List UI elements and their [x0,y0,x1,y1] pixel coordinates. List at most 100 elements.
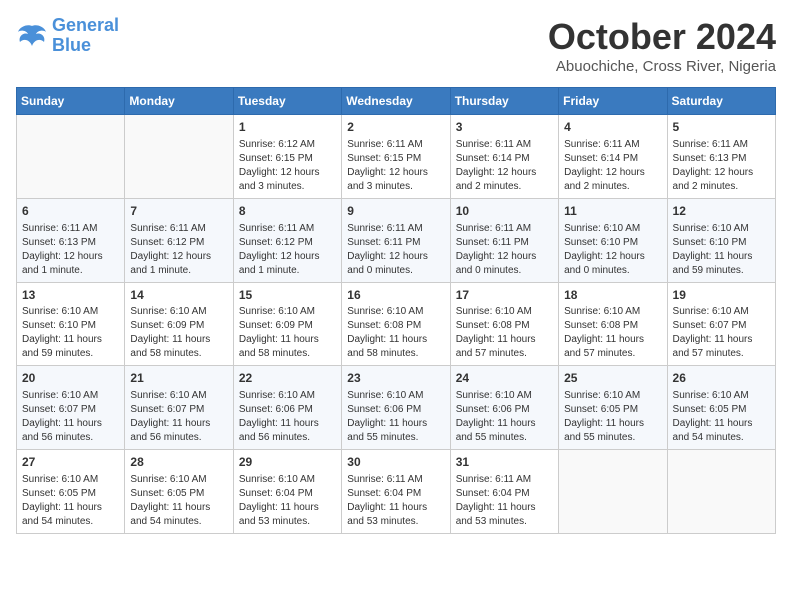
header-row: Sunday Monday Tuesday Wednesday Thursday… [17,88,776,115]
day-info: Sunrise: 6:10 AMSunset: 6:07 PMDaylight:… [673,305,770,361]
calendar-cell: 31Sunrise: 6:11 AMSunset: 6:04 PMDayligh… [450,450,558,534]
calendar-header: Sunday Monday Tuesday Wednesday Thursday… [17,88,776,115]
calendar-cell: 24 Sunrise: 6:10 AMSunset: 6:06 PMDayligh… [450,366,558,450]
calendar-cell [125,115,233,199]
day-number: 21 [130,370,227,387]
day-info: Sunrise: 6:10 AMSunset: 6:05 PMDaylight:… [564,389,661,445]
col-wednesday: Wednesday [342,88,450,115]
calendar-cell: 14Sunrise: 6:10 AMSunset: 6:09 PMDayligh… [125,282,233,366]
day-info: Sunrise: 6:10 AMSunset: 6:07 PMDaylight:… [22,389,119,445]
calendar-cell: 22 Sunrise: 6:10 AMSunset: 6:06 PMDayligh… [233,366,341,450]
day-info: Sunrise: 6:10 AMSunset: 6:07 PMDaylight:… [130,389,227,445]
calendar-cell [559,450,667,534]
calendar-cell: 13Sunrise: 6:10 AMSunset: 6:10 PMDayligh… [17,282,125,366]
calendar-cell: 12 Sunrise: 6:10 AMSunset: 6:10 PMDayligh… [667,198,775,282]
day-info: Sunrise: 6:10 AMSunset: 6:08 PMDaylight:… [456,305,553,361]
calendar-week-2: 6 Sunrise: 6:11 AMSunset: 6:13 PMDaylight… [17,198,776,282]
day-info: Sunrise: 6:10 AMSunset: 6:04 PMDaylight:… [239,473,336,529]
day-number: 24 [456,370,553,387]
day-info: Sunrise: 6:11 AMSunset: 6:04 PMDaylight:… [347,473,444,529]
calendar-cell: 8Sunrise: 6:11 AMSunset: 6:12 PMDaylight… [233,198,341,282]
day-number: 2 [347,119,444,136]
day-number: 25 [564,370,661,387]
calendar-cell: 10 Sunrise: 6:11 AMSunset: 6:11 PMDayligh… [450,198,558,282]
day-info: Sunrise: 6:10 AMSunset: 6:05 PMDaylight:… [673,389,770,445]
day-info: Sunrise: 6:10 AMSunset: 6:10 PMDaylight:… [673,222,770,278]
col-tuesday: Tuesday [233,88,341,115]
calendar-cell: 18Sunrise: 6:10 AMSunset: 6:08 PMDayligh… [559,282,667,366]
logo-icon [16,22,48,50]
day-number: 27 [22,454,119,471]
day-number: 15 [239,287,336,304]
day-number: 23 [347,370,444,387]
calendar-cell: 17Sunrise: 6:10 AMSunset: 6:08 PMDayligh… [450,282,558,366]
day-number: 18 [564,287,661,304]
day-info: Sunrise: 6:11 AMSunset: 6:14 PMDaylight:… [564,138,661,194]
day-info: Sunrise: 6:11 AMSunset: 6:12 PMDaylight:… [239,222,336,278]
day-number: 22 [239,370,336,387]
calendar-cell [667,450,775,534]
col-monday: Monday [125,88,233,115]
day-info: Sunrise: 6:11 AMSunset: 6:04 PMDaylight:… [456,473,553,529]
title-section: October 2024 Abuochiche, Cross River, Ni… [548,16,776,75]
calendar-cell: 5 Sunrise: 6:11 AMSunset: 6:13 PMDaylight… [667,115,775,199]
day-info: Sunrise: 6:10 AMSunset: 6:06 PMDaylight:… [347,389,444,445]
day-info: Sunrise: 6:11 AMSunset: 6:13 PMDaylight:… [22,222,119,278]
calendar-cell: 6 Sunrise: 6:11 AMSunset: 6:13 PMDaylight… [17,198,125,282]
day-info: Sunrise: 6:10 AMSunset: 6:10 PMDaylight:… [564,222,661,278]
calendar-cell: 3 Sunrise: 6:11 AMSunset: 6:14 PMDaylight… [450,115,558,199]
day-number: 19 [673,287,770,304]
month-title: October 2024 [548,16,776,58]
day-number: 26 [673,370,770,387]
day-number: 9 [347,203,444,220]
day-number: 29 [239,454,336,471]
day-info: Sunrise: 6:12 AMSunset: 6:15 PMDaylight:… [239,138,336,194]
day-info: Sunrise: 6:11 AMSunset: 6:13 PMDaylight:… [673,138,770,194]
day-number: 30 [347,454,444,471]
day-info: Sunrise: 6:10 AMSunset: 6:05 PMDaylight:… [22,473,119,529]
day-info: Sunrise: 6:10 AMSunset: 6:10 PMDaylight:… [22,305,119,361]
day-info: Sunrise: 6:11 AMSunset: 6:11 PMDaylight:… [456,222,553,278]
day-number: 12 [673,203,770,220]
calendar-cell: 15Sunrise: 6:10 AMSunset: 6:09 PMDayligh… [233,282,341,366]
day-info: Sunrise: 6:11 AMSunset: 6:14 PMDaylight:… [456,138,553,194]
day-number: 5 [673,119,770,136]
day-number: 10 [456,203,553,220]
col-friday: Friday [559,88,667,115]
day-info: Sunrise: 6:10 AMSunset: 6:06 PMDaylight:… [456,389,553,445]
day-info: Sunrise: 6:10 AMSunset: 6:05 PMDaylight:… [130,473,227,529]
calendar-cell: 19Sunrise: 6:10 AMSunset: 6:07 PMDayligh… [667,282,775,366]
calendar-cell: 16Sunrise: 6:10 AMSunset: 6:08 PMDayligh… [342,282,450,366]
calendar-week-5: 27 Sunrise: 6:10 AMSunset: 6:05 PMDayligh… [17,450,776,534]
day-number: 7 [130,203,227,220]
day-number: 16 [347,287,444,304]
calendar-cell: 23 Sunrise: 6:10 AMSunset: 6:06 PMDayligh… [342,366,450,450]
calendar-cell: 2 Sunrise: 6:11 AMSunset: 6:15 PMDaylight… [342,115,450,199]
day-info: Sunrise: 6:10 AMSunset: 6:09 PMDaylight:… [130,305,227,361]
calendar-cell: 7Sunrise: 6:11 AMSunset: 6:12 PMDaylight… [125,198,233,282]
calendar-cell: 20 Sunrise: 6:10 AMSunset: 6:07 PMDayligh… [17,366,125,450]
calendar-cell: 25 Sunrise: 6:10 AMSunset: 6:05 PMDayligh… [559,366,667,450]
day-number: 3 [456,119,553,136]
calendar-cell: 26 Sunrise: 6:10 AMSunset: 6:05 PMDayligh… [667,366,775,450]
calendar-week-3: 13Sunrise: 6:10 AMSunset: 6:10 PMDayligh… [17,282,776,366]
day-info: Sunrise: 6:10 AMSunset: 6:09 PMDaylight:… [239,305,336,361]
day-number: 6 [22,203,119,220]
col-sunday: Sunday [17,88,125,115]
calendar-cell: 11Sunrise: 6:10 AMSunset: 6:10 PMDayligh… [559,198,667,282]
calendar-body: 1Sunrise: 6:12 AMSunset: 6:15 PMDaylight… [17,115,776,534]
calendar-cell: 21 Sunrise: 6:10 AMSunset: 6:07 PMDayligh… [125,366,233,450]
day-info: Sunrise: 6:10 AMSunset: 6:06 PMDaylight:… [239,389,336,445]
calendar-cell: 4 Sunrise: 6:11 AMSunset: 6:14 PMDaylight… [559,115,667,199]
calendar-week-4: 20 Sunrise: 6:10 AMSunset: 6:07 PMDayligh… [17,366,776,450]
logo: General Blue [16,16,119,56]
calendar-cell: 28Sunrise: 6:10 AMSunset: 6:05 PMDayligh… [125,450,233,534]
day-info: Sunrise: 6:11 AMSunset: 6:15 PMDaylight:… [347,138,444,194]
day-number: 4 [564,119,661,136]
day-info: Sunrise: 6:11 AMSunset: 6:11 PMDaylight:… [347,222,444,278]
col-thursday: Thursday [450,88,558,115]
page-header: General Blue October 2024 Abuochiche, Cr… [16,16,776,75]
calendar-cell [17,115,125,199]
day-info: Sunrise: 6:10 AMSunset: 6:08 PMDaylight:… [347,305,444,361]
day-number: 20 [22,370,119,387]
